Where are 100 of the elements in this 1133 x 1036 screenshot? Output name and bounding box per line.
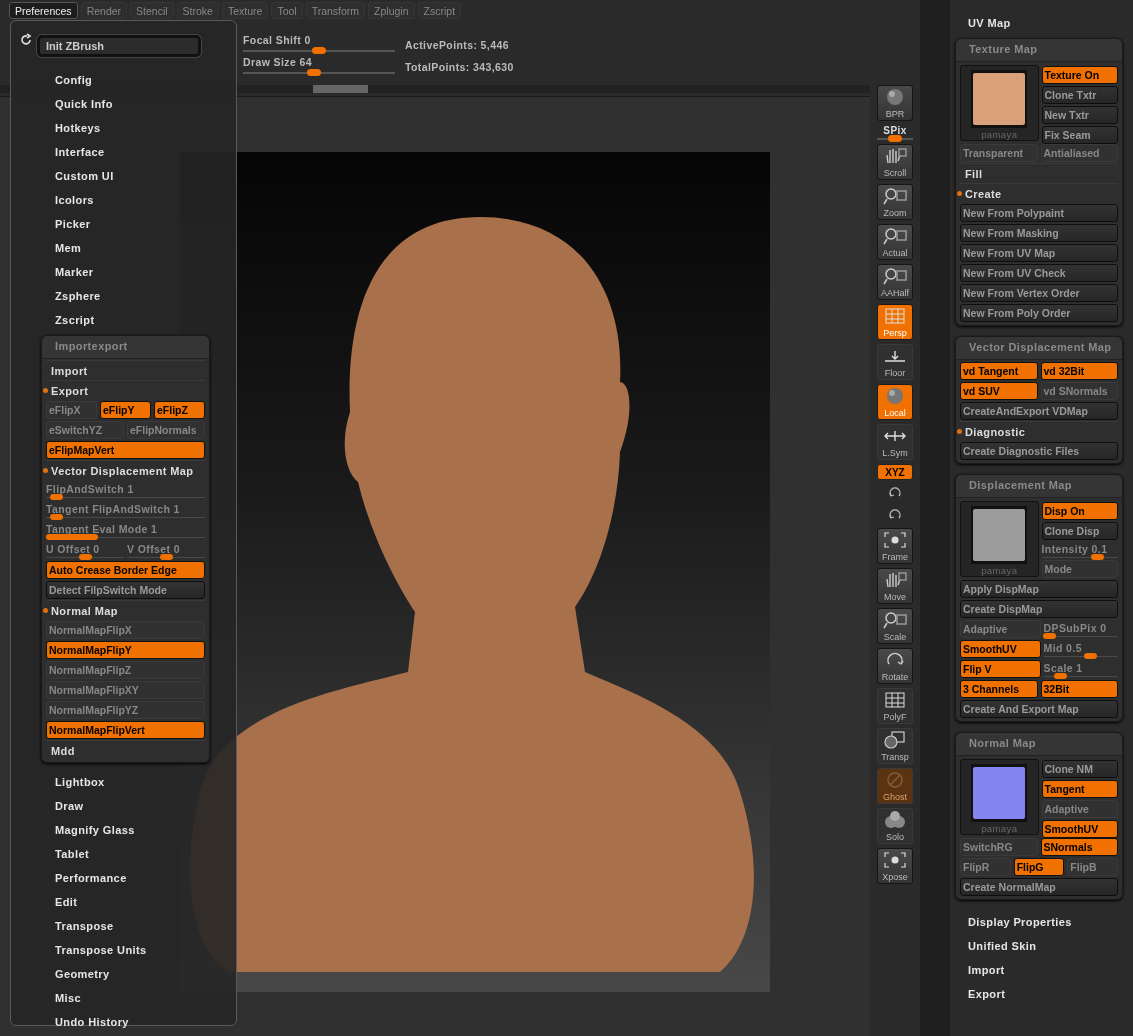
palette-button[interactable]: Auto Crease Border Edge: [46, 561, 205, 579]
shelf-button[interactable]: AAHalf: [877, 264, 913, 300]
menu-tab[interactable]: Stroke: [176, 2, 219, 19]
slider[interactable]: V Offset 0: [127, 540, 205, 560]
focal-shift-slider[interactable]: Focal Shift 0: [243, 34, 395, 56]
palette-button[interactable]: New From UV Map: [960, 244, 1118, 262]
palette-button[interactable]: Create And Export Map: [960, 700, 1118, 718]
palette-button[interactable]: eSwitchYZ: [46, 421, 124, 439]
palette-button[interactable]: 32Bit: [1040, 680, 1118, 698]
section-header[interactable]: Vector Displacement Map: [46, 460, 205, 480]
palette-button[interactable]: SmoothUV: [960, 640, 1041, 658]
menu-tab[interactable]: Render: [80, 2, 128, 19]
palette-button[interactable]: Adaptive: [960, 620, 1041, 638]
slider-knob[interactable]: [307, 69, 322, 76]
panel-title[interactable]: Importexport: [42, 336, 209, 359]
section-header[interactable]: Fill: [960, 163, 1118, 183]
palette-button[interactable]: NormalMapFlipZ: [46, 661, 205, 679]
menu-item[interactable]: Edit: [41, 890, 78, 914]
menu-item[interactable]: Quick Info: [41, 92, 113, 116]
slider-knob[interactable]: [1083, 652, 1097, 659]
palette-button[interactable]: NormalMapFlipVert: [46, 721, 205, 739]
section-header[interactable]: Mdd: [46, 740, 205, 760]
slider[interactable]: Mid 0.5: [1043, 639, 1118, 659]
menu-tab[interactable]: Preferences: [9, 2, 78, 19]
slider[interactable]: U Offset 0: [46, 540, 124, 560]
slider[interactable]: Scale 1: [1043, 659, 1118, 679]
palette-button[interactable]: NormalMapFlipXY: [46, 681, 205, 699]
menu-tab[interactable]: Zplugin: [368, 2, 415, 19]
menu-item[interactable]: Geometry: [41, 962, 110, 986]
palette-button[interactable]: Create Diagnostic Files: [960, 442, 1118, 460]
palette-button[interactable]: FlipR: [960, 858, 1011, 876]
panel-title[interactable]: Texture Map: [956, 39, 1122, 62]
panel-title[interactable]: Vector Displacement Map: [956, 337, 1122, 360]
palette-button[interactable]: Flip V: [960, 660, 1041, 678]
menu-item[interactable]: Interface: [41, 140, 105, 164]
panel-title[interactable]: Displacement Map: [956, 475, 1122, 498]
palette-button[interactable]: SmoothUV: [1041, 820, 1118, 838]
slider-knob[interactable]: [1090, 553, 1104, 560]
slider-knob[interactable]: [79, 553, 92, 560]
menu-item[interactable]: Export: [955, 982, 1006, 1006]
palette-button[interactable]: vd SNormals: [1040, 382, 1118, 400]
menu-item[interactable]: Icolors: [41, 188, 94, 212]
palette-button[interactable]: Disp On: [1041, 502, 1118, 520]
menu-item[interactable]: Lightbox: [41, 770, 105, 794]
shelf-button[interactable]: Scroll: [877, 144, 913, 180]
shelf-button[interactable]: Solo: [877, 808, 913, 844]
slider[interactable]: Intensity 0.1: [1041, 541, 1118, 559]
slider-knob[interactable]: [49, 513, 63, 520]
palette-button[interactable]: NormalMapFlipY: [46, 641, 205, 659]
slider[interactable]: Tangent FlipAndSwitch 1: [46, 500, 205, 520]
rotate-icon[interactable]: [888, 508, 902, 522]
palette-button[interactable]: eFlipMapVert: [46, 441, 205, 459]
menu-item[interactable]: Picker: [41, 212, 91, 236]
section-header[interactable]: Import: [46, 360, 205, 380]
shelf-button[interactable]: Zoom: [877, 184, 913, 220]
menu-item[interactable]: Config: [41, 68, 93, 92]
palette-button[interactable]: eFlipZ: [154, 401, 205, 419]
menu-item[interactable]: Zsphere: [41, 284, 101, 308]
slider-knob[interactable]: [46, 533, 99, 540]
palette-button[interactable]: Mode: [1041, 560, 1118, 578]
palette-button[interactable]: FlipG: [1013, 858, 1065, 876]
shelf-button[interactable]: L.Sym: [877, 424, 913, 460]
palette-button[interactable]: Tangent: [1041, 780, 1118, 798]
palette-button[interactable]: Create NormalMap: [960, 878, 1118, 896]
palette-button[interactable]: Clone Disp: [1041, 522, 1118, 540]
palette-button[interactable]: Adaptive: [1041, 800, 1118, 818]
palette-button[interactable]: eFlipNormals: [127, 421, 205, 439]
palette-button[interactable]: eFlipX: [46, 401, 97, 419]
palette-button[interactable]: New From Masking: [960, 224, 1118, 242]
slider-knob[interactable]: [888, 135, 902, 142]
slider[interactable]: FlipAndSwitch 1: [46, 480, 205, 500]
section-header[interactable]: Create: [960, 183, 1118, 203]
shelf-button[interactable]: Rotate: [877, 648, 913, 684]
menu-tab[interactable]: Texture: [221, 2, 269, 19]
palette-button[interactable]: SNormals: [1040, 838, 1118, 856]
menu-item[interactable]: Unified Skin: [955, 934, 1037, 958]
section-header[interactable]: Diagnostic: [960, 421, 1118, 441]
menu-tab[interactable]: Tool: [271, 2, 303, 19]
slider-knob[interactable]: [1053, 672, 1067, 679]
palette-button[interactable]: Detect FilpSwitch Mode: [46, 581, 205, 599]
palette-button[interactable]: Fix Seam: [1041, 126, 1118, 144]
palette-button[interactable]: 3 Channels: [960, 680, 1038, 698]
palette-button[interactable]: New From Vertex Order: [960, 284, 1118, 302]
palette-button[interactable]: New From UV Check: [960, 264, 1118, 282]
palette-button[interactable]: Transparent: [960, 144, 1038, 162]
rotate-icon[interactable]: [888, 486, 902, 500]
palette-button[interactable]: vd SUV: [960, 382, 1038, 400]
menu-item[interactable]: Misc: [41, 986, 82, 1010]
menu-item[interactable]: Draw: [41, 794, 84, 818]
menu-tab[interactable]: Zscript: [417, 2, 462, 19]
palette-button[interactable]: FlipB: [1067, 858, 1118, 876]
palette-button[interactable]: CreateAndExport VDMap: [960, 402, 1118, 420]
menu-item[interactable]: UV Map: [955, 11, 1011, 35]
menu-item[interactable]: Undo History: [41, 1010, 129, 1034]
shelf-button[interactable]: Move: [877, 568, 913, 604]
slider-knob[interactable]: [312, 47, 326, 54]
axis-toggle[interactable]: XYZ: [877, 464, 913, 480]
section-header[interactable]: Normal Map: [46, 600, 205, 620]
shelf-button[interactable]: Floor: [877, 344, 913, 380]
shelf-button[interactable]: Actual: [877, 224, 913, 260]
